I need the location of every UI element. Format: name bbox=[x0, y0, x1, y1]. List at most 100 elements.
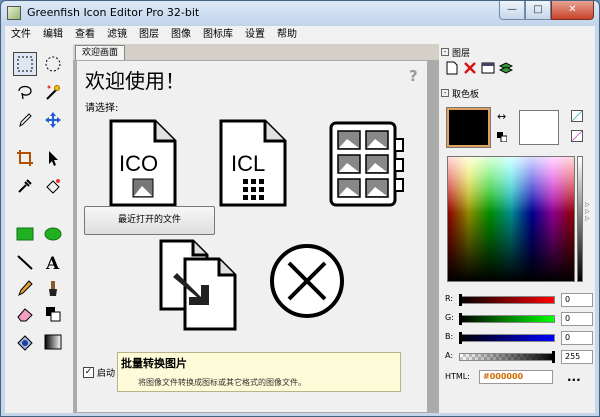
ellipse-icon[interactable] bbox=[41, 222, 65, 246]
delete-layer-icon[interactable] bbox=[463, 61, 477, 75]
fill-icon[interactable] bbox=[41, 174, 65, 198]
batch-convert-button[interactable] bbox=[157, 237, 243, 331]
red-slider[interactable] bbox=[459, 296, 555, 304]
document-area: 欢迎画面 欢迎使用！ 请选择: ? ICO ICL 最近打开的文件 ✓ 启动 批… bbox=[73, 44, 439, 413]
green-value-input[interactable]: 0 bbox=[561, 312, 593, 326]
alpha-value-input[interactable]: 255 bbox=[561, 350, 593, 364]
gradient-icon[interactable] bbox=[41, 330, 65, 354]
startup-checkbox[interactable]: ✓ bbox=[83, 367, 94, 378]
close-circle-icon bbox=[270, 244, 344, 318]
red-slider-knob[interactable] bbox=[459, 294, 462, 306]
icon-library-icon bbox=[329, 121, 404, 207]
eraser-icon[interactable] bbox=[13, 302, 37, 326]
menu-image[interactable]: 图像 bbox=[165, 26, 197, 44]
green-slider-knob[interactable] bbox=[459, 313, 462, 325]
blue-slider[interactable] bbox=[459, 334, 555, 342]
html-color-row: HTML: #000000 ... bbox=[441, 368, 595, 386]
magic-wand-icon[interactable] bbox=[41, 80, 65, 104]
app-window: Greenfish Icon Editor Pro 32-bit — □ ✕ 文… bbox=[0, 0, 600, 417]
layers-panel-header[interactable]: - 图层 bbox=[441, 45, 470, 59]
menu-file[interactable]: 文件 bbox=[5, 26, 37, 44]
alpha-slider-knob[interactable] bbox=[552, 351, 555, 363]
menu-help[interactable]: 帮助 bbox=[271, 26, 303, 44]
eyedropper-icon[interactable] bbox=[13, 174, 37, 198]
html-color-input[interactable]: #000000 bbox=[479, 370, 553, 384]
color-replace-icon[interactable] bbox=[41, 302, 65, 326]
minimize-button[interactable]: — bbox=[499, 1, 525, 20]
menu-layers[interactable]: 图层 bbox=[133, 26, 165, 44]
exit-button[interactable] bbox=[267, 241, 347, 321]
recent-files-button[interactable]: 最近打开的文件 bbox=[84, 206, 215, 235]
blue-label: B: bbox=[445, 332, 454, 341]
menu-settings[interactable]: 设置 bbox=[239, 26, 271, 44]
menu-view[interactable]: 查看 bbox=[69, 26, 101, 44]
help-icon[interactable]: ? bbox=[409, 67, 418, 85]
blue-value-input[interactable]: 0 bbox=[561, 331, 593, 345]
maximize-button[interactable]: □ bbox=[525, 1, 551, 20]
batch-convert-icon bbox=[159, 239, 237, 331]
more-colors-button[interactable]: ... bbox=[567, 371, 581, 383]
new-ico-button[interactable]: ICO bbox=[107, 119, 179, 207]
title-bar[interactable]: Greenfish Icon Editor Pro 32-bit — □ ✕ bbox=[1, 1, 599, 26]
red-value-input[interactable]: 0 bbox=[561, 293, 593, 307]
brush-icon[interactable] bbox=[13, 276, 37, 300]
brightness-slider[interactable] bbox=[577, 156, 583, 282]
menu-edit[interactable]: 编辑 bbox=[37, 26, 69, 44]
blur-icon[interactable] bbox=[13, 330, 37, 354]
green-label: G: bbox=[445, 313, 454, 322]
app-icon bbox=[7, 6, 21, 20]
layers-collapse-toggle[interactable]: - bbox=[441, 48, 449, 56]
layers-panel-title: 图层 bbox=[452, 48, 471, 59]
blue-slider-knob[interactable] bbox=[459, 332, 462, 344]
startup-checkbox-row[interactable]: ✓ 启动 bbox=[83, 366, 115, 379]
green-slider[interactable] bbox=[459, 315, 555, 323]
menu-icon-library[interactable]: 图标库 bbox=[197, 26, 239, 44]
close-button[interactable]: ✕ bbox=[551, 1, 594, 20]
window-title: Greenfish Icon Editor Pro 32-bit bbox=[27, 6, 200, 19]
pointer-icon[interactable] bbox=[41, 146, 65, 170]
select-ellipse-icon[interactable] bbox=[41, 52, 65, 76]
background-color-swatch[interactable] bbox=[519, 110, 559, 145]
alpha-channel-row: A: 255 bbox=[441, 349, 595, 365]
text-icon[interactable]: A bbox=[41, 250, 65, 274]
select-rectangle-icon[interactable] bbox=[13, 52, 37, 76]
layer-toolbar bbox=[445, 61, 513, 75]
new-layer-icon[interactable] bbox=[445, 61, 459, 75]
color-spectrum-picker[interactable] bbox=[447, 156, 575, 282]
blue-channel-row: B: 0 bbox=[441, 330, 595, 346]
tab-welcome[interactable]: 欢迎画面 bbox=[75, 45, 126, 60]
red-label: R: bbox=[445, 294, 454, 303]
window-controls: — □ ✕ bbox=[499, 1, 594, 20]
new-ico-icon: ICO bbox=[109, 119, 177, 207]
new-icl-button[interactable]: ICL bbox=[217, 119, 289, 207]
welcome-screen: 欢迎使用！ 请选择: ? ICO ICL 最近打开的文件 ✓ 启动 批量转换图片… bbox=[76, 60, 428, 413]
menu-bar: 文件 编辑 查看 滤镜 图层 图像 图标库 设置 帮助 bbox=[5, 26, 595, 44]
inverted-color-icon[interactable] bbox=[571, 130, 583, 142]
swap-colors-icon[interactable]: ↔ bbox=[497, 110, 506, 123]
move-icon[interactable] bbox=[41, 108, 65, 132]
color-collapse-toggle[interactable]: - bbox=[441, 89, 449, 97]
pencil-icon[interactable] bbox=[13, 108, 37, 132]
menu-filters[interactable]: 滤镜 bbox=[101, 26, 133, 44]
color-panel-header[interactable]: - 取色板 bbox=[441, 86, 479, 100]
green-channel-row: G: 0 bbox=[441, 311, 595, 327]
client-area: A 欢迎画面 欢迎使用！ 请选择: ? ICO ICL 最近打开的文件 ✓ 启动… bbox=[5, 44, 595, 413]
layer-properties-icon[interactable] bbox=[481, 61, 495, 75]
transparent-color-icon[interactable] bbox=[571, 110, 583, 122]
paintbrush-icon[interactable] bbox=[41, 276, 65, 300]
svg-text:A: A bbox=[45, 254, 60, 271]
icon-library-button[interactable] bbox=[327, 119, 407, 209]
lasso-icon[interactable] bbox=[13, 80, 37, 104]
crop-icon[interactable] bbox=[13, 146, 37, 170]
html-label: HTML: bbox=[445, 372, 470, 381]
rectangle-icon[interactable] bbox=[13, 222, 37, 246]
line-icon[interactable] bbox=[13, 250, 37, 274]
alpha-label: A: bbox=[445, 351, 454, 360]
reset-colors-icon[interactable] bbox=[497, 132, 508, 143]
foreground-color-swatch[interactable] bbox=[446, 107, 491, 148]
right-panel: - 图层 - 取色板 ↔ ▷ ▷ ▷ R: 0 G: 0 B: 0 A: 255… bbox=[441, 44, 595, 413]
alpha-slider[interactable] bbox=[459, 353, 555, 361]
ico-label: ICO bbox=[119, 151, 158, 176]
merge-layers-icon[interactable] bbox=[499, 61, 513, 75]
tooltip-title: 批量转换图片 bbox=[121, 357, 187, 370]
